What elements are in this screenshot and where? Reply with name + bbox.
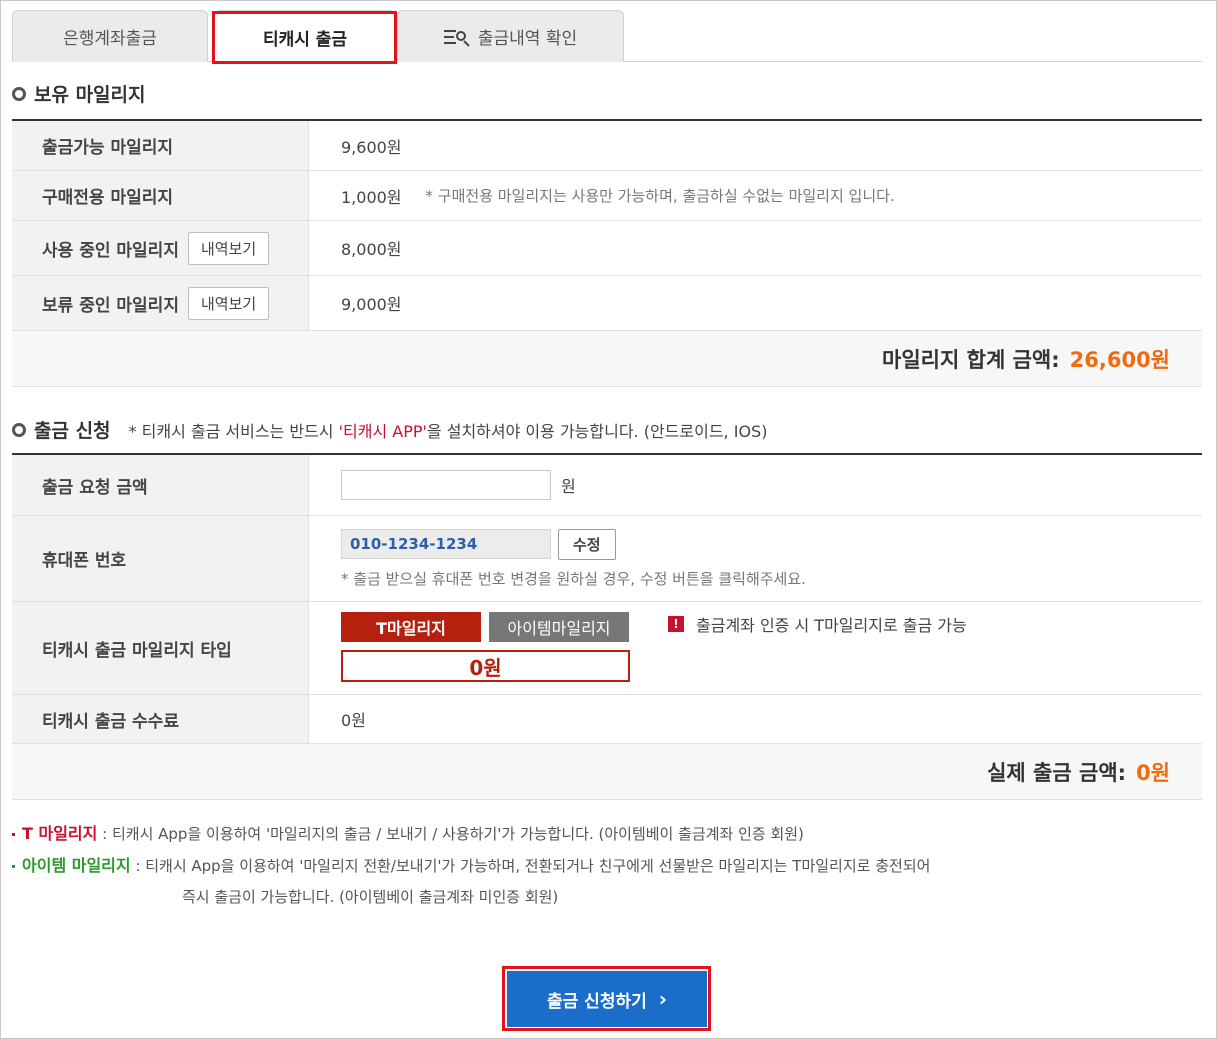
legend-item-text-continued: 즉시 출금이 가능합니다. (아이템베이 출금계좌 미인증 회원) (182, 888, 559, 906)
row-value: 9,600원 (309, 121, 1202, 170)
holdings-table: 출금가능 마일리지 9,600원 구매전용 마일리지 1,000원 * 구매전용… (12, 119, 1202, 387)
tab-tcash-withdrawal[interactable]: 티캐시 출금 (214, 10, 396, 63)
row-value: 8,000원 (309, 221, 1202, 275)
row-label: 구매전용 마일리지 (12, 171, 309, 220)
legend-t-label: T 마일리지 (22, 824, 98, 843)
request-heading: 출금 신청 * 티캐시 출금 서비스는 반드시 '티캐시 APP'을 설치하셔야… (12, 416, 767, 443)
phone-edit-button[interactable]: 수정 (558, 528, 616, 560)
in-use-history-button[interactable]: 내역보기 (187, 231, 270, 265)
circle-bullet-icon (12, 86, 26, 101)
tab-label: 은행계좌출금 (63, 29, 157, 49)
table-row: 출금가능 마일리지 9,600원 (12, 121, 1202, 171)
row-value: 1,000원 * 구매전용 마일리지는 사용만 가능하며, 출금하실 수없는 마… (309, 171, 1202, 220)
app-install-note: * 티캐시 출금 서비스는 반드시 '티캐시 APP'을 설치하셔야 이용 가능… (129, 418, 768, 442)
tab-withdrawal-history[interactable]: 출금내역 확인 (397, 10, 624, 62)
note-text: 을 설치하셔야 이용 가능합니다. (안드로이드, IOS) (426, 421, 768, 441)
legend-item-mileage: 아이템 마일리지 : 티캐시 App을 이용하여 '마일리지 전환/보내기'가 … (12, 850, 930, 882)
row-label: 출금가능 마일리지 (12, 121, 309, 170)
note-text: * 티캐시 출금 서비스는 반드시 (128, 421, 339, 441)
warning-text: 출금계좌 인증 시 T마일리지로 출금 가능 (696, 616, 967, 635)
tab-bank-withdrawal[interactable]: 은행계좌출금 (12, 10, 208, 62)
on-hold-value: 9,000원 (341, 295, 402, 314)
row-value: T마일리지 아이템마일리지 0원 ! 출금계좌 인증 시 T마일리지로 출금 가… (309, 602, 1202, 694)
mileage-type-amount: 0원 (341, 650, 630, 682)
section-title: 보유 마일리지 (34, 84, 146, 106)
table-row: 출금 요청 금액 원 (12, 455, 1202, 516)
withdrawable-value: 9,600원 (341, 137, 402, 157)
t-mileage-button[interactable]: T마일리지 (341, 612, 481, 642)
actual-value: 0원 (1136, 760, 1170, 785)
legend-t-mileage: T 마일리지 : 티캐시 App을 이용하여 '마일리지의 출금 / 보내기 /… (12, 818, 930, 850)
chevron-right-icon: › (658, 987, 667, 1011)
purchase-only-note: * 구매전용 마일리지는 사용만 가능하며, 출금하실 수없는 마일리지 입니다… (425, 187, 895, 205)
table-row: 휴대폰 번호 010-1234-1234 수정 * 출금 받으실 휴대폰 번호 … (12, 516, 1202, 602)
tab-bar: 은행계좌출금 티캐시 출금 출금내역 확인 (12, 10, 1202, 63)
legend-item-text: : 티캐시 App을 이용하여 '마일리지 전환/보내기'가 가능하며, 전환되… (135, 857, 931, 875)
amount-unit: 원 (561, 477, 576, 496)
row-label: 보류 중인 마일리지 내역보기 (12, 276, 309, 330)
fee-value: 0원 (341, 711, 366, 730)
row-label: 티캐시 출금 마일리지 타입 (12, 602, 309, 694)
row-value: 0원 (309, 695, 1202, 743)
bullet-dot (12, 865, 15, 868)
tab-label: 티캐시 출금 (262, 29, 348, 50)
table-row: 티캐시 출금 수수료 0원 (12, 695, 1202, 744)
type-warning: ! 출금계좌 인증 시 T마일리지로 출금 가능 (668, 612, 967, 636)
row-label: 티캐시 출금 수수료 (12, 695, 309, 743)
purchase-only-value: 1,000원 (341, 187, 402, 207)
warning-icon: ! (668, 616, 684, 632)
bullet-dot (12, 833, 15, 836)
amount-input[interactable] (341, 470, 551, 500)
circle-bullet-icon (12, 422, 26, 437)
phone-field: 010-1234-1234 (341, 529, 551, 559)
legend-t-text: : 티캐시 App을 이용하여 '마일리지의 출금 / 보내기 / 사용하기'가… (102, 825, 804, 843)
table-row: 구매전용 마일리지 1,000원 * 구매전용 마일리지는 사용만 가능하며, … (12, 171, 1202, 221)
legend-item-label: 아이템 마일리지 (22, 856, 131, 875)
row-label: 휴대폰 번호 (12, 516, 309, 601)
list-search-icon (443, 28, 472, 47)
total-label: 마일리지 합계 금액: (882, 347, 1060, 372)
note-app-name: '티캐시 APP' (338, 421, 427, 441)
item-mileage-button[interactable]: 아이템마일리지 (489, 612, 629, 642)
holdings-heading: 보유 마일리지 (12, 80, 146, 107)
table-row: 보류 중인 마일리지 내역보기 9,000원 (12, 276, 1202, 331)
total-value: 26,600원 (1069, 347, 1170, 372)
section-title: 출금 신청 (34, 420, 111, 442)
phone-note: * 출금 받으실 휴대폰 번호 변경을 원하실 경우, 수정 버튼을 클릭해주세… (341, 569, 806, 588)
row-value: 010-1234-1234 수정 * 출금 받으실 휴대폰 번호 변경을 원하실… (309, 516, 1202, 601)
tab-label: 출금내역 확인 (477, 29, 578, 49)
mileage-legend: T 마일리지 : 티캐시 App을 이용하여 '마일리지의 출금 / 보내기 /… (12, 818, 930, 913)
actual-amount-row: 실제 출금 금액: 0원 (12, 744, 1202, 800)
row-label: 사용 중인 마일리지 내역보기 (12, 221, 309, 275)
mileage-total-row: 마일리지 합계 금액: 26,600원 (12, 331, 1202, 387)
row-label: 출금 요청 금액 (12, 455, 309, 515)
table-row: 티캐시 출금 마일리지 타입 T마일리지 아이템마일리지 0원 ! 출금계좌 인… (12, 602, 1202, 695)
table-row: 사용 중인 마일리지 내역보기 8,000원 (12, 221, 1202, 276)
apply-withdrawal-button[interactable]: 출금 신청하기 › (507, 971, 707, 1027)
request-table: 출금 요청 금액 원 휴대폰 번호 010-1234-1234 수정 * 출금 … (12, 453, 1202, 800)
row-value: 9,000원 (309, 276, 1202, 330)
actual-label: 실제 출금 금액: (987, 760, 1127, 785)
in-use-value: 8,000원 (341, 240, 402, 259)
on-hold-history-button[interactable]: 내역보기 (187, 286, 270, 320)
in-use-label: 사용 중인 마일리지 (42, 240, 179, 261)
apply-button-label: 출금 신청하기 (546, 991, 647, 1012)
on-hold-label: 보류 중인 마일리지 (42, 295, 179, 316)
row-value: 원 (309, 455, 1202, 515)
